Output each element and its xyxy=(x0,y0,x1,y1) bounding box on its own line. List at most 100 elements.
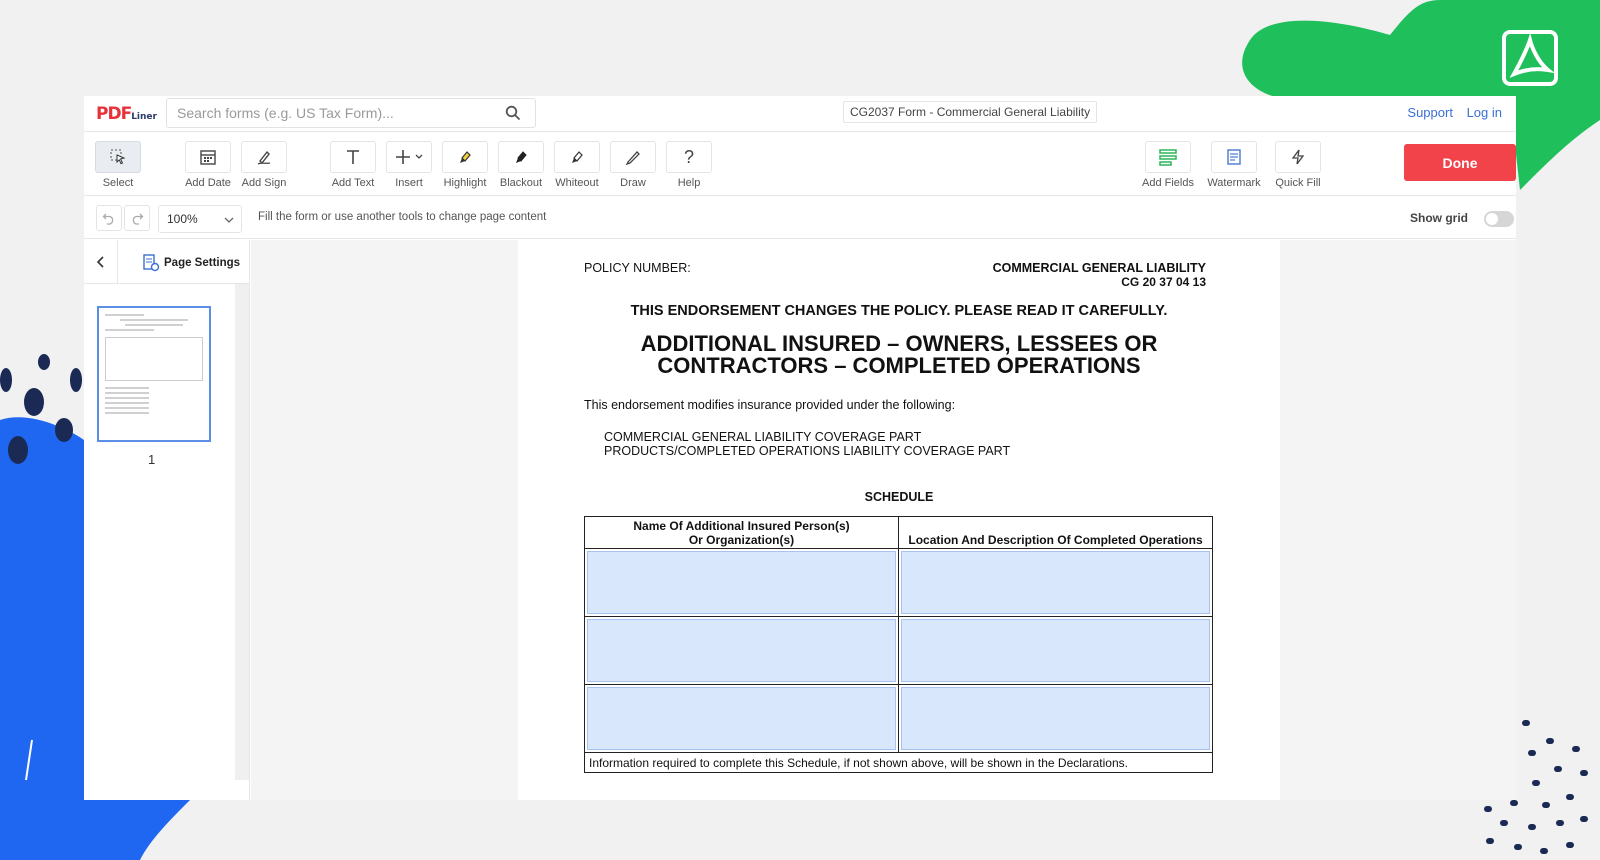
document-canvas: POLICY NUMBER: COMMERCIAL GENERAL LIABIL… xyxy=(251,240,1516,800)
chevron-down-icon xyxy=(224,217,234,223)
endorsement-notice: THIS ENDORSEMENT CHANGES THE POLICY. PLE… xyxy=(630,303,1168,319)
sidebar-header: Page Settings xyxy=(84,240,249,284)
add-sign-button[interactable]: Add Sign xyxy=(234,141,294,189)
calendar-icon xyxy=(200,150,216,165)
highlight-label: Highlight xyxy=(443,177,487,189)
schedule-table: Name Of Additional Insured Person(s) Or O… xyxy=(584,516,1213,773)
support-link[interactable]: Support xyxy=(1407,105,1453,120)
blackout-brush-icon xyxy=(516,151,527,163)
plus-chevron-icon xyxy=(396,150,423,164)
watermark-label: Watermark xyxy=(1207,177,1261,189)
text-t-icon xyxy=(347,150,359,164)
help-button[interactable]: ? Help xyxy=(659,141,719,189)
add-sign-label: Add Sign xyxy=(241,177,287,189)
watermark-icon xyxy=(1227,149,1241,165)
pdfliner-logo[interactable]: PDFLiner xyxy=(96,104,157,124)
insured-name-field-2[interactable] xyxy=(587,619,896,682)
chevron-left-icon xyxy=(96,256,104,268)
document-page: POLICY NUMBER: COMMERCIAL GENERAL LIABIL… xyxy=(518,240,1280,800)
show-grid-label: Show grid xyxy=(1410,211,1468,225)
policy-number-label: POLICY NUMBER: xyxy=(584,261,691,275)
collapse-sidebar-button[interactable] xyxy=(84,240,118,284)
table-cell xyxy=(898,684,1213,753)
zoom-select[interactable]: 100% xyxy=(158,205,242,233)
select-tool-button[interactable]: Select xyxy=(88,141,148,189)
redo-button[interactable] xyxy=(124,205,150,231)
schedule-col2-header: Location And Description Of Completed Op… xyxy=(898,516,1213,549)
whiteout-brush-icon xyxy=(572,151,583,163)
operations-description-field-2[interactable] xyxy=(901,619,1210,682)
coverage-part-1: COMMERCIAL GENERAL LIABILITY COVERAGE PA… xyxy=(604,430,922,444)
blackout-button[interactable]: Blackout xyxy=(491,141,551,189)
done-button[interactable]: Done xyxy=(1404,144,1516,181)
page-thumbnail[interactable] xyxy=(97,306,211,442)
quick-fill-label: Quick Fill xyxy=(1275,177,1321,189)
dark-dots-left-decoration xyxy=(0,354,82,464)
sidebar-scrollbar[interactable] xyxy=(235,284,249,780)
whiteout-label: Whiteout xyxy=(555,177,599,189)
schedule-footer-note: Information required to complete this Sc… xyxy=(584,752,1213,773)
add-date-label: Add Date xyxy=(185,177,231,189)
add-text-label: Add Text xyxy=(331,177,375,189)
operations-description-field-1[interactable] xyxy=(901,551,1210,614)
coverage-part-2: PRODUCTS/COMPLETED OPERATIONS LIABILITY … xyxy=(604,444,1011,458)
undo-button[interactable] xyxy=(96,205,122,231)
options-bar: 100% Fill the form or use another tools … xyxy=(84,197,1516,239)
insured-name-field-3[interactable] xyxy=(587,687,896,750)
search-box xyxy=(166,98,536,128)
pencil-draw-icon xyxy=(625,151,640,166)
insert-label: Insert xyxy=(395,177,423,189)
add-fields-label: Add Fields xyxy=(1142,177,1194,189)
help-label: Help xyxy=(677,177,701,189)
edit-toolbar: Select Add Date Add Sign Add Text Insert… xyxy=(84,133,1516,196)
login-link[interactable]: Log in xyxy=(1467,105,1502,120)
operations-description-field-3[interactable] xyxy=(901,687,1210,750)
show-grid-toggle[interactable] xyxy=(1484,211,1514,227)
question-mark-icon: ? xyxy=(683,146,694,167)
zoom-value: 100% xyxy=(167,212,198,226)
lightning-icon xyxy=(1291,149,1305,165)
quick-fill-button[interactable]: Quick Fill xyxy=(1268,141,1328,189)
whiteout-button[interactable]: Whiteout xyxy=(547,141,607,189)
table-cell xyxy=(898,616,1213,685)
page-settings-button[interactable]: Page Settings xyxy=(142,254,240,272)
form-title-line2: CONTRACTORS – COMPLETED OPERATIONS xyxy=(657,353,1141,378)
table-cell xyxy=(584,684,899,753)
pdf-editor-window: PDFLiner CG2037 Form - Commercial Genera… xyxy=(84,96,1516,800)
search-icon[interactable] xyxy=(505,105,521,126)
app-header: PDFLiner CG2037 Form - Commercial Genera… xyxy=(84,96,1516,132)
page-settings-label: Page Settings xyxy=(164,257,241,269)
redo-icon xyxy=(132,213,144,225)
table-cell xyxy=(584,548,899,617)
table-cell xyxy=(898,548,1213,617)
insured-name-field-1[interactable] xyxy=(587,551,896,614)
select-tool-label: Select xyxy=(102,177,134,189)
draw-label: Draw xyxy=(620,177,646,189)
add-fields-button[interactable]: Add Fields xyxy=(1138,141,1198,189)
form-header-line1: COMMERCIAL GENERAL LIABILITY xyxy=(992,261,1206,275)
pages-sidebar: Page Settings 1 xyxy=(84,240,250,800)
add-date-button[interactable]: Add Date xyxy=(178,141,238,189)
header-links: Support Log in xyxy=(1397,105,1502,120)
pdf-icon xyxy=(1502,30,1558,86)
table-cell xyxy=(584,616,899,685)
insert-dropdown-button[interactable]: Insert xyxy=(379,141,439,189)
highlighter-icon xyxy=(460,151,471,163)
page-settings-icon xyxy=(143,254,160,272)
form-title-line1: ADDITIONAL INSURED – OWNERS, LESSEES OR xyxy=(640,331,1158,356)
schedule-col1-header: Name Of Additional Insured Person(s) Or O… xyxy=(584,516,899,549)
toolbar-hint: Fill the form or use another tools to ch… xyxy=(258,211,547,223)
draw-button[interactable]: Draw xyxy=(603,141,663,189)
select-cursor-icon xyxy=(110,149,126,165)
highlight-button[interactable]: Highlight xyxy=(435,141,495,189)
form-header-line2: CG 20 37 04 13 xyxy=(1121,275,1206,289)
watermark-button[interactable]: Watermark xyxy=(1204,141,1264,189)
endorsement-intro: This endorsement modifies insurance prov… xyxy=(584,398,956,412)
add-text-button[interactable]: Add Text xyxy=(323,141,383,189)
page-thumbnail-number: 1 xyxy=(148,452,156,467)
search-input[interactable] xyxy=(167,99,487,127)
add-fields-icon xyxy=(1159,149,1177,166)
undo-icon xyxy=(102,213,114,225)
signature-pen-icon xyxy=(257,150,271,165)
document-title: CG2037 Form - Commercial General Liabili… xyxy=(843,101,1098,123)
